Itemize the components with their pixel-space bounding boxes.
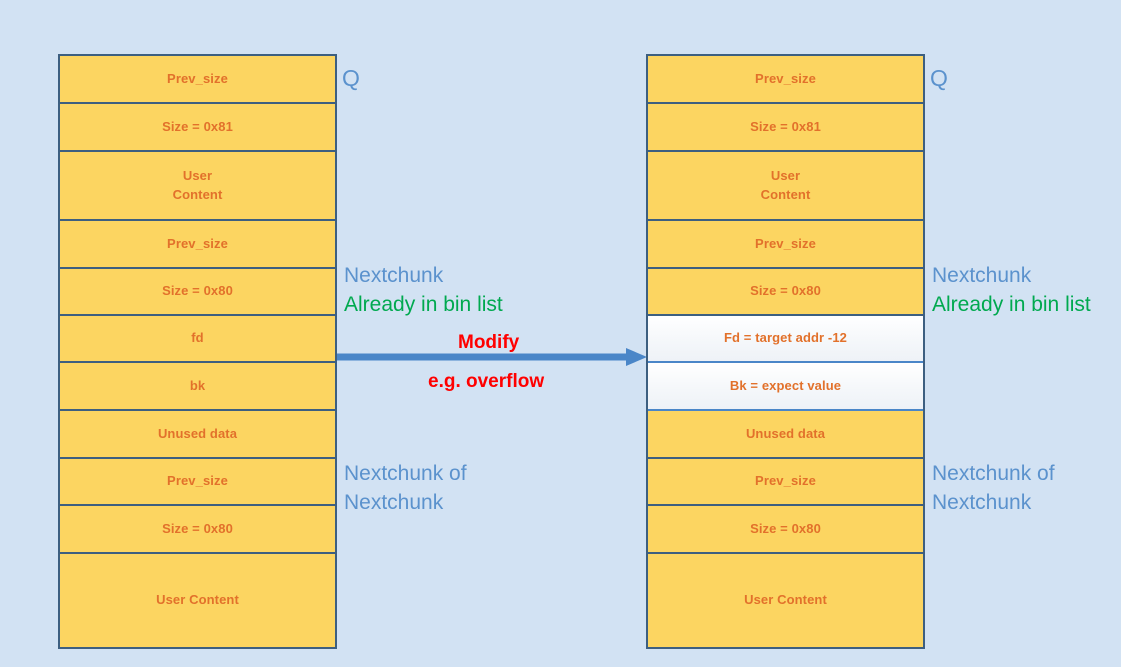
- right-row-size-0x81: Size = 0x81: [648, 104, 923, 152]
- cell-label: Size = 0x80: [162, 283, 233, 299]
- right-row-user-content-1: User Content: [648, 152, 923, 221]
- left-row-unused-data: Unused data: [60, 411, 335, 459]
- right-chunk-table: Prev_size Size = 0x81 User Content Prev_…: [646, 54, 925, 649]
- left-annotation-already-in-bin-list: Already in bin list: [344, 293, 503, 316]
- right-annotation-nextchunk-of-nextchunk-line2: Nextchunk: [932, 491, 1032, 514]
- left-row-user-content-2: User Content: [60, 554, 335, 647]
- right-annotation-nextchunk-of-nextchunk-line1: Nextchunk of: [932, 462, 1055, 485]
- left-annotation-nextchunk: Nextchunk: [344, 264, 444, 287]
- modify-arrow-icon: [337, 348, 647, 366]
- right-row-prev-size-1: Prev_size: [648, 56, 923, 104]
- cell-label-line1: User: [770, 167, 801, 183]
- cell-label: Prev_size: [755, 70, 816, 86]
- left-row-fd: fd: [60, 316, 335, 363]
- left-row-prev-size-3: Prev_size: [60, 459, 335, 506]
- diagram-canvas: Prev_size Size = 0x81 User Content Prev_…: [0, 0, 1121, 667]
- left-row-prev-size-2: Prev_size: [60, 221, 335, 269]
- left-row-user-content-1: User Content: [60, 152, 335, 221]
- right-row-fd-overwritten: Fd = target addr -12: [648, 316, 923, 363]
- cell-label: Size = 0x81: [750, 118, 821, 134]
- left-annotation-nextchunk-of-nextchunk-line1: Nextchunk of: [344, 462, 467, 485]
- right-row-size-0x80-2: Size = 0x80: [648, 506, 923, 554]
- right-row-prev-size-3: Prev_size: [648, 459, 923, 506]
- cell-label: Prev_size: [167, 473, 228, 489]
- cell-label: Prev_size: [755, 473, 816, 489]
- right-annotation-already-in-bin-list: Already in bin list: [932, 293, 1091, 316]
- cell-label-line1: User: [182, 167, 213, 183]
- cell-label: Prev_size: [167, 235, 228, 251]
- cell-label: Size = 0x80: [750, 520, 821, 536]
- cell-label: User Content: [744, 592, 827, 608]
- left-row-prev-size-1: Prev_size: [60, 56, 335, 104]
- right-annotation-nextchunk: Nextchunk: [932, 264, 1032, 287]
- overflow-label: e.g. overflow: [428, 371, 545, 392]
- cell-label: fd: [191, 330, 204, 346]
- cell-label: Size = 0x81: [162, 118, 233, 134]
- cell-label: bk: [189, 377, 206, 393]
- cell-label: Prev_size: [755, 235, 816, 251]
- cell-label: Bk = expect value: [729, 377, 842, 393]
- left-row-size-0x80-2: Size = 0x80: [60, 506, 335, 554]
- right-row-unused-data: Unused data: [648, 411, 923, 459]
- right-row-user-content-2: User Content: [648, 554, 923, 647]
- cell-label: User Content: [156, 592, 239, 608]
- cell-label: Fd = target addr -12: [724, 330, 847, 346]
- cell-label: Size = 0x80: [162, 520, 233, 536]
- right-row-prev-size-2: Prev_size: [648, 221, 923, 269]
- cell-label-line2: Content: [172, 186, 223, 202]
- cell-label-line2: Content: [760, 186, 811, 202]
- left-row-size-0x80-1: Size = 0x80: [60, 269, 335, 316]
- cell-label: Prev_size: [167, 70, 228, 86]
- left-chunk-table: Prev_size Size = 0x81 User Content Prev_…: [58, 54, 337, 649]
- right-row-size-0x80-1: Size = 0x80: [648, 269, 923, 316]
- right-chunk-q-label: Q: [930, 65, 948, 91]
- cell-label: Unused data: [745, 425, 826, 441]
- cell-label: Unused data: [157, 425, 238, 441]
- left-chunk-q-label: Q: [342, 65, 360, 91]
- left-row-size-0x81: Size = 0x81: [60, 104, 335, 152]
- left-annotation-nextchunk-of-nextchunk-line2: Nextchunk: [344, 491, 444, 514]
- cell-label: Size = 0x80: [750, 283, 821, 299]
- right-row-bk-overwritten: Bk = expect value: [648, 363, 923, 411]
- left-row-bk: bk: [60, 363, 335, 411]
